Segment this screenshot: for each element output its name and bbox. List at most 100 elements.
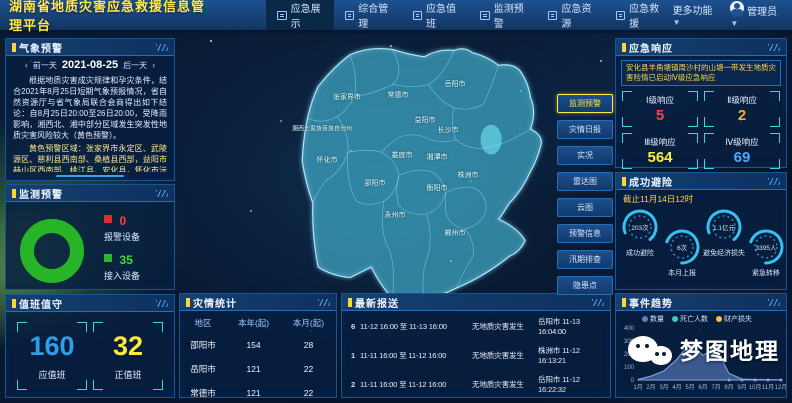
- map-label-changsha[interactable]: 长沙市: [438, 125, 459, 135]
- layer-button-hazard-points[interactable]: 隐患点: [557, 276, 613, 295]
- level-label: Ⅱ级响应: [727, 94, 757, 106]
- user-avatar-icon: [730, 1, 744, 15]
- response-ticker[interactable]: 安化县羊角塘镇周沙村的山塘一带发生地质灾害险情已启动Ⅳ级应急响应: [621, 60, 781, 86]
- table-row[interactable]: 邵阳市 154 28: [180, 333, 336, 357]
- nav-label: 应急救援: [629, 0, 661, 30]
- event-trend-area-chart: 40030020010001月2月3月4月5月6月7月8月9月10月11月12月: [616, 324, 786, 394]
- alarm-devices-value: 0: [120, 214, 127, 228]
- user-name: 管理员: [747, 7, 777, 18]
- expected-duty-value: 160: [29, 331, 74, 362]
- level-value: 69: [734, 149, 751, 166]
- expected-duty-label: 应值班: [38, 368, 65, 381]
- report-number: 2: [346, 380, 360, 389]
- nav-item-emergency-display[interactable]: 应急展示: [266, 0, 334, 30]
- nav-item-comprehensive-management[interactable]: 综合管理: [334, 0, 402, 30]
- nav-label: 综合管理: [358, 0, 390, 30]
- region-cell: 岳阳市: [180, 357, 226, 381]
- selected-date: 2021-08-25: [62, 59, 118, 71]
- legend-swatch: [642, 316, 648, 322]
- table-row[interactable]: 岳阳市 121 22: [180, 357, 336, 381]
- svg-text:7月: 7月: [711, 384, 720, 391]
- chevron-down-icon: ▼: [730, 19, 738, 28]
- user-menu[interactable]: 管理员 ▼: [730, 1, 780, 29]
- year-count-cell: 121: [226, 381, 281, 403]
- map-highlight-spot: [481, 125, 502, 155]
- next-arrow-icon[interactable]: ›: [152, 60, 155, 70]
- month-count-cell: 22: [281, 381, 336, 403]
- map-label-zhangjiajie[interactable]: 张家界市: [333, 92, 361, 102]
- scroll-indicator[interactable]: [56, 175, 123, 177]
- svg-text:300: 300: [624, 339, 635, 345]
- map-label-yiyang[interactable]: 益阳市: [415, 115, 436, 125]
- table-row[interactable]: 常德市 121 22: [180, 381, 336, 403]
- map-label-hengyang[interactable]: 衡阳市: [427, 183, 448, 193]
- layer-button-radar[interactable]: 雷达图: [557, 172, 613, 191]
- year-count-cell: 154: [226, 333, 281, 357]
- next-day-button[interactable]: 后一天: [123, 60, 147, 71]
- month-count-cell: 28: [281, 333, 336, 357]
- nav-item-monitoring-warning[interactable]: 监测预警: [469, 0, 537, 30]
- level-value: 2: [738, 107, 746, 124]
- hunan-province-map[interactable]: 张家界市 常德市 岳阳市 湘西土家族苗族自治州 益阳市 长沙市 怀化市 娄底市 …: [272, 42, 567, 302]
- map-label-yueyang[interactable]: 岳阳市: [445, 79, 466, 89]
- panel-title: 监测预警: [19, 186, 63, 201]
- report-row[interactable]: 1 11-11 16:00 至 11-12 16:00 无地质灾害发生 株洲市 …: [342, 340, 610, 369]
- map-label-yongzhou[interactable]: 永州市: [385, 210, 406, 220]
- nav-item-emergency-resources[interactable]: 应急资源: [537, 0, 605, 30]
- column-header: 地区: [180, 313, 226, 333]
- region-cell: 邵阳市: [180, 333, 226, 357]
- panel-title: 值班值守: [19, 296, 63, 311]
- svg-text:3月: 3月: [659, 384, 668, 391]
- chevron-down-icon: ▼: [673, 18, 681, 27]
- gauge-value: 1.1亿元: [713, 223, 736, 232]
- more-functions-dropdown[interactable]: 更多功能 ▼: [673, 2, 717, 28]
- weather-warning-panel: 气象预警 ‹ 前一天 2021-08-25 后一天 › 根据地质灾害成灾规律和孕…: [5, 38, 175, 181]
- disaster-statistics-table: 地区 本年(起) 本月(起) 邵阳市 154 28 岳阳市 121 22 常德市…: [180, 313, 336, 403]
- more-functions-label: 更多功能: [673, 6, 713, 17]
- gauge-successful-avoidance: 203次 成功避险: [618, 207, 662, 258]
- layer-button-warning-info[interactable]: 预警信息: [557, 224, 613, 243]
- layer-button-cloud[interactable]: 云图: [557, 198, 613, 217]
- prev-arrow-icon[interactable]: ‹: [25, 60, 28, 70]
- report-period: 11-12 16:00 至 11-13 16:00: [360, 321, 472, 332]
- nav-item-emergency-rescue[interactable]: 应急救援: [605, 0, 673, 30]
- map-label-shaoyang[interactable]: 邵阳市: [365, 178, 386, 188]
- legend-item-count[interactable]: 数量: [642, 314, 664, 324]
- connected-devices-label: 接入设备: [104, 269, 140, 282]
- date-navigation: ‹ 前一天 2021-08-25 后一天 ›: [6, 56, 174, 72]
- map-label-chenzhou[interactable]: 郴州市: [445, 228, 466, 238]
- nav-item-emergency-duty[interactable]: 应急值班: [402, 0, 470, 30]
- report-row[interactable]: 3 11-11 16:00 至 11-12 16:00 无地质灾害发生 株洲市 …: [342, 398, 610, 403]
- map-label-zhuzhou[interactable]: 株洲市: [458, 170, 479, 180]
- level-label: Ⅳ级响应: [725, 136, 758, 148]
- svg-text:200: 200: [624, 352, 635, 358]
- panel-title: 最新报送: [355, 295, 399, 310]
- svg-text:5月: 5月: [685, 384, 694, 391]
- gauge-label: 避免经济损失: [702, 248, 746, 258]
- report-row[interactable]: 6 11-12 16:00 至 11-13 16:00 无地质灾害发生 岳阳市 …: [342, 311, 610, 340]
- map-label-xiangxi[interactable]: 湘西土家族苗族自治州: [292, 124, 352, 133]
- report-period: 11-11 16:00 至 11-12 16:00: [360, 350, 472, 361]
- svg-text:2月: 2月: [646, 384, 655, 391]
- top-navigation-bar: 湖南省地质灾害应急救援信息管理平台 应急展示 综合管理 应急值班 监测预警 应急…: [0, 0, 792, 30]
- layer-button-live[interactable]: 实况: [557, 146, 613, 165]
- layer-button-monitoring-warning[interactable]: 监测预警: [557, 94, 613, 113]
- prev-day-button[interactable]: 前一天: [33, 60, 57, 71]
- svg-text:1月: 1月: [633, 384, 642, 391]
- map-label-xiangtan[interactable]: 湘潭市: [427, 152, 448, 162]
- map-label-changde[interactable]: 常德市: [388, 90, 409, 100]
- legend-item-deaths[interactable]: 死亡人数: [672, 314, 708, 324]
- nav-label: 应急资源: [561, 0, 593, 30]
- legend-swatch: [672, 316, 678, 322]
- province-outline: [302, 49, 541, 302]
- device-status-donut-chart: [16, 215, 88, 287]
- layer-button-disaster-daily[interactable]: 灾情日报: [557, 120, 613, 139]
- report-status: 无地质灾害发生: [472, 350, 538, 361]
- map-label-huaihua[interactable]: 怀化市: [317, 155, 338, 165]
- report-source: 岳阳市 11-13 16:04:00: [538, 316, 606, 336]
- report-row[interactable]: 2 11-11 16:00 至 11-12 16:00 无地质灾害发生 岳阳市 …: [342, 369, 610, 398]
- map-label-loudi[interactable]: 娄底市: [392, 150, 413, 160]
- report-source: 株洲市 11-12 16:13:21: [538, 345, 606, 365]
- layer-button-flood-inspection[interactable]: 汛期排查: [557, 250, 613, 269]
- legend-item-property-loss[interactable]: 财产损失: [716, 314, 752, 324]
